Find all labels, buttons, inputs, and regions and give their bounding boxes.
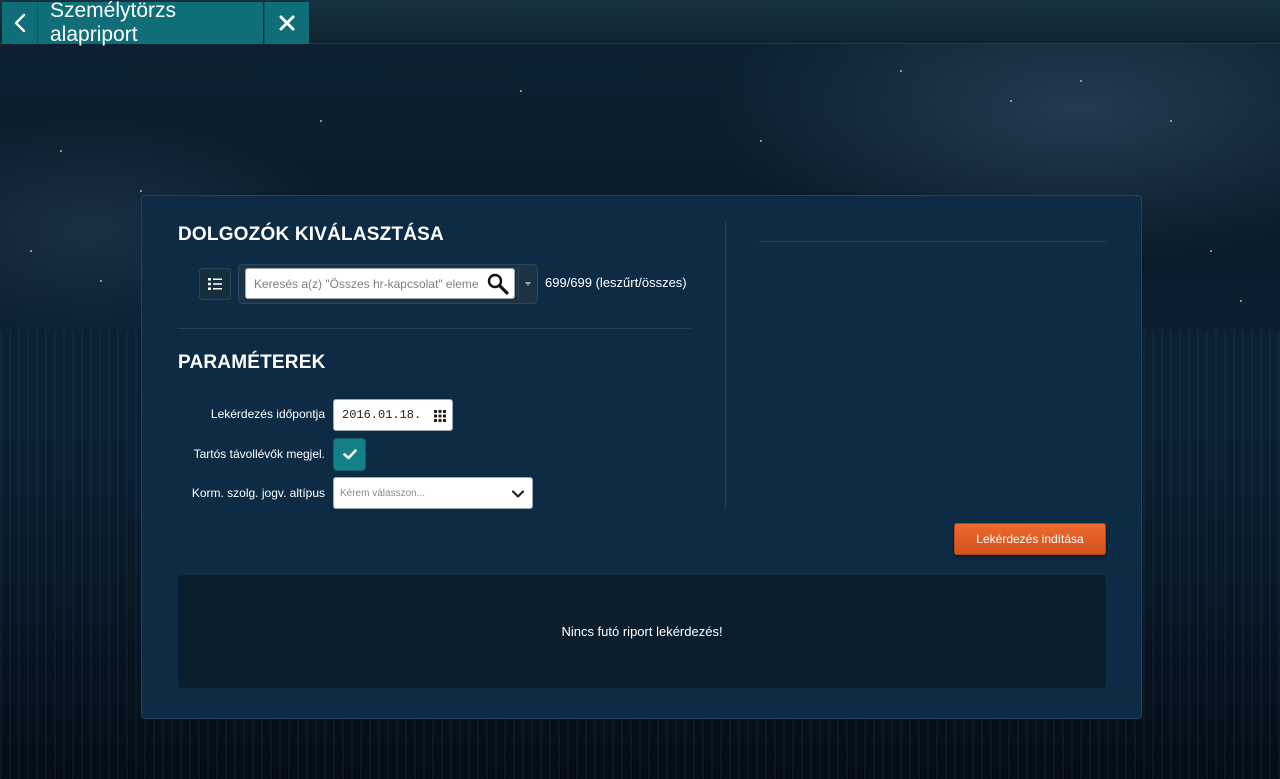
light-dot xyxy=(100,280,102,282)
employee-search-box xyxy=(238,264,538,304)
column-divider xyxy=(725,221,726,508)
light-dot xyxy=(900,70,902,72)
chevron-left-icon xyxy=(14,13,25,33)
section-divider xyxy=(178,328,691,329)
run-query-button[interactable]: Lekérdezés indítása xyxy=(954,523,1106,555)
back-button[interactable] xyxy=(2,2,38,44)
light-dot xyxy=(760,140,762,142)
run-query-label: Lekérdezés indítása xyxy=(976,532,1084,546)
employee-selection-title: DOLGOZÓK KIVÁLASZTÁSA xyxy=(178,224,444,245)
query-date-label: Lekérdezés időpontja xyxy=(210,407,325,421)
subtype-select[interactable]: Kérem válasszon... xyxy=(333,477,533,509)
report-status-box: Nincs futó riport lekérdezés! xyxy=(178,575,1106,688)
query-date-value: 2016.01.18. xyxy=(342,408,422,422)
caret-down-icon xyxy=(524,282,531,286)
employee-list-button[interactable] xyxy=(199,268,231,300)
employee-search-input[interactable] xyxy=(245,268,515,299)
long-absence-checkbox[interactable] xyxy=(333,438,366,471)
light-dot xyxy=(60,150,62,152)
page-title-text: Személytörzs alapriport xyxy=(50,0,177,46)
top-bar: Személytörzs alapriport xyxy=(0,0,1280,46)
right-column-divider xyxy=(759,241,1106,242)
light-dot xyxy=(1240,300,1242,302)
search-icon[interactable] xyxy=(487,273,509,295)
close-button[interactable] xyxy=(264,2,309,44)
light-dot xyxy=(320,120,322,122)
list-icon xyxy=(208,278,222,290)
light-dot xyxy=(1010,100,1012,102)
light-dot xyxy=(140,190,142,192)
light-dot xyxy=(1210,250,1212,252)
subtype-label: Korm. szolg. jogv. altípus xyxy=(191,486,325,500)
light-dot xyxy=(1080,80,1082,82)
long-absence-label: Tartós távollévők megjel. xyxy=(193,447,325,461)
subtype-placeholder: Kérem válasszon... xyxy=(340,487,426,499)
parameters-title: PARAMÉTEREK xyxy=(178,352,326,373)
employee-count: 699/699 (leszűrt/összes) xyxy=(545,275,687,290)
close-icon xyxy=(279,15,295,31)
light-dot xyxy=(1170,120,1172,122)
query-date-field[interactable]: 2016.01.18. xyxy=(333,399,453,431)
chevron-down-icon xyxy=(512,490,524,498)
calendar-icon[interactable] xyxy=(434,410,446,422)
light-dot xyxy=(30,250,32,252)
checkmark-icon xyxy=(342,449,357,460)
page-title: Személytörzs alapriport xyxy=(38,0,263,46)
status-message: Nincs futó riport lekérdezés! xyxy=(561,624,723,639)
light-dot xyxy=(520,90,522,92)
search-filter-dropdown[interactable] xyxy=(518,267,536,301)
